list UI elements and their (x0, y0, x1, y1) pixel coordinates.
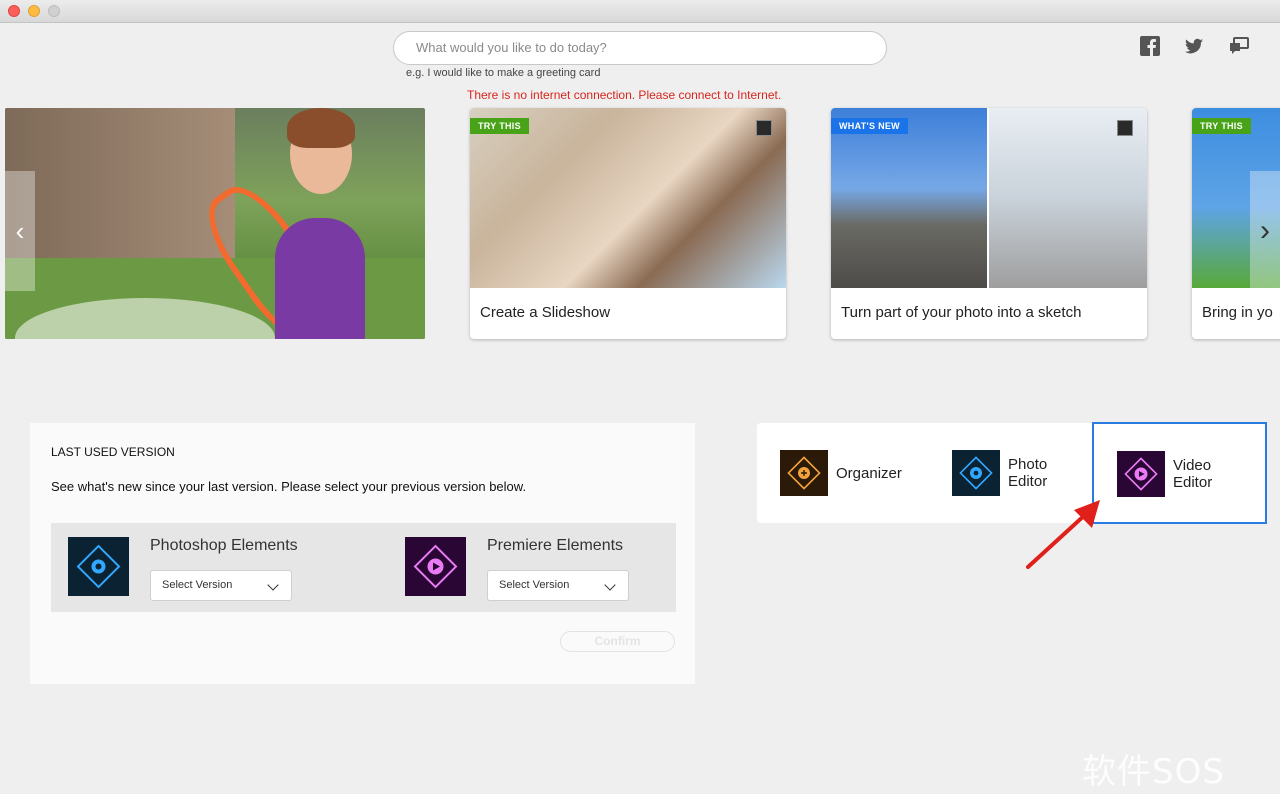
card-badge: TRY THIS (470, 118, 529, 134)
video-editor-tile[interactable]: Video Editor (1092, 422, 1267, 524)
carousel-next-button[interactable]: › (1250, 171, 1280, 291)
search-hint: e.g. I would like to make a greeting car… (406, 67, 601, 79)
card-image (470, 108, 786, 288)
app-label-line2: Editor (1008, 473, 1048, 490)
photo-editor-icon (952, 450, 1000, 496)
premiere-version-select[interactable]: Select Version (487, 570, 629, 601)
elements-logo-icon (1117, 120, 1133, 136)
zoom-window-button[interactable] (48, 5, 60, 17)
window-titlebar (0, 0, 1280, 23)
search-input[interactable]: What would you like to do today? (393, 31, 887, 65)
card-caption: Bring in yo (1202, 304, 1273, 321)
app-label-line2: Editor (1173, 474, 1213, 491)
hero-child-body (275, 218, 365, 339)
select-value: Select Version (162, 579, 233, 591)
chevron-down-icon (267, 579, 279, 591)
annotation-arrow-icon (1026, 500, 1100, 569)
product-name: Photoshop Elements (150, 537, 298, 554)
app-label-line1: Video (1173, 457, 1212, 474)
app-label: Organizer (836, 465, 902, 482)
watermark: 软件SOS (1082, 752, 1225, 792)
photoshop-version-select[interactable]: Select Version (150, 570, 292, 601)
facebook-icon[interactable] (1139, 35, 1161, 57)
minimize-window-button[interactable] (28, 5, 40, 17)
organizer-icon (780, 450, 828, 496)
carousel-prev-button[interactable]: ‹ (5, 171, 35, 291)
carousel-card-slideshow[interactable]: TRY THIS Create a Slideshow (470, 108, 786, 339)
card-caption: Create a Slideshow (480, 304, 611, 321)
last-used-version-panel: LAST USED VERSION See what's new since y… (30, 423, 695, 684)
app-launcher: Organizer Photo Editor Video Editor (757, 422, 1267, 524)
organizer-tile[interactable]: Organizer (757, 423, 927, 523)
twitter-icon[interactable] (1183, 35, 1205, 57)
card-badge: TRY THIS (1192, 118, 1251, 134)
card-badge: WHAT'S NEW (831, 118, 908, 134)
video-editor-icon (1117, 451, 1165, 497)
carousel-card-sketch[interactable]: WHAT'S NEW Turn part of your photo into … (831, 108, 1147, 339)
product-version-box: Photoshop Elements Select Version Premie… (51, 523, 676, 612)
card-image-before (831, 108, 987, 288)
hero-playhouse (5, 108, 235, 258)
feedback-icon[interactable] (1228, 35, 1250, 57)
card-caption: Turn part of your photo into a sketch (841, 304, 1082, 321)
hero-banner-image[interactable] (5, 108, 425, 339)
close-window-button[interactable] (8, 5, 20, 17)
elements-logo-icon (756, 120, 772, 136)
confirm-button[interactable]: Confirm (560, 631, 675, 652)
photoshop-elements-icon (68, 537, 129, 596)
product-name: Premiere Elements (487, 537, 624, 554)
panel-description: See what's new since your last version. … (51, 479, 527, 494)
no-internet-warning: There is no internet connection. Please … (467, 88, 782, 102)
premiere-elements-icon (405, 537, 466, 596)
chevron-down-icon (604, 579, 616, 591)
hero-child-hair (287, 108, 355, 148)
select-value: Select Version (499, 579, 570, 591)
app-label-line1: Photo (1008, 456, 1048, 473)
panel-title: LAST USED VERSION (51, 445, 175, 459)
